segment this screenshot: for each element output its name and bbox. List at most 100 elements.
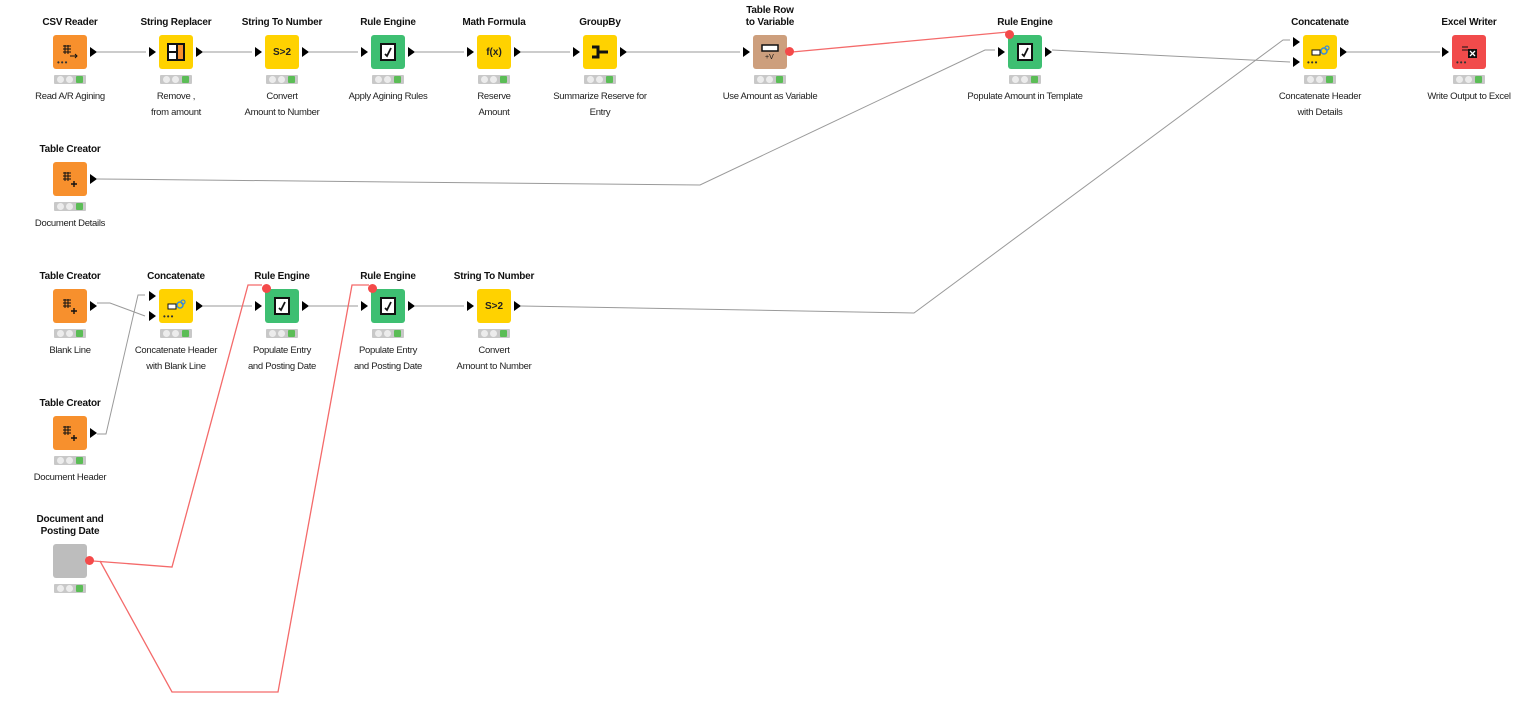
output-port[interactable] — [1340, 47, 1347, 57]
variable-input-port[interactable] — [262, 284, 271, 293]
node-groupby[interactable]: GroupBy Summarize Reserve for Entry — [540, 17, 660, 121]
input-port-1[interactable] — [149, 291, 156, 301]
node-body[interactable] — [361, 284, 415, 323]
node-annotation[interactable]: Convert Amount to Number — [434, 343, 554, 375]
variable-output-port[interactable] — [85, 556, 94, 565]
output-port[interactable] — [90, 301, 97, 311]
node-annotation[interactable]: Concatenate Header with Details — [1260, 89, 1380, 121]
node-document-and-posting-date[interactable]: Document and Posting Date — [10, 514, 130, 598]
led-yellow-off — [66, 457, 74, 464]
node-rule-engine[interactable]: Rule Engine Populate Amount in Template — [965, 17, 1085, 105]
node-annotation[interactable]: Apply Agining Rules — [328, 89, 448, 105]
input-port[interactable] — [743, 47, 750, 57]
input-port[interactable] — [361, 301, 368, 311]
node-annotation[interactable]: Write Output to Excel — [1409, 89, 1529, 105]
node-annotation[interactable]: Document Details — [10, 216, 130, 232]
input-port[interactable] — [361, 47, 368, 57]
node-title: Rule Engine — [997, 17, 1053, 28]
node-body[interactable] — [573, 35, 627, 69]
output-port[interactable] — [514, 47, 521, 57]
input-port[interactable] — [467, 47, 474, 57]
node-rule-engine[interactable]: Rule Engine Populate Entry and Posting Da… — [222, 271, 342, 375]
node-body[interactable] — [53, 289, 97, 323]
node-table-creator[interactable]: Table Creator Document Details — [10, 144, 130, 232]
node-annotation[interactable]: Populate Entry and Posting Date — [328, 343, 448, 375]
output-port[interactable] — [302, 47, 309, 57]
variable-input-port[interactable] — [1005, 30, 1014, 39]
output-port[interactable] — [196, 47, 203, 57]
led-yellow-off — [384, 330, 392, 337]
node-string-replacer[interactable]: String Replacer Remove , from amount — [116, 17, 236, 121]
node-annotation[interactable]: Populate Amount in Template — [965, 89, 1085, 105]
input-port[interactable] — [573, 47, 580, 57]
node-body[interactable]: S>2 — [467, 289, 521, 323]
input-port[interactable] — [1442, 47, 1449, 57]
variable-output-port[interactable] — [785, 47, 794, 56]
input-port[interactable] — [467, 301, 474, 311]
input-port[interactable] — [255, 47, 262, 57]
input-port[interactable] — [998, 47, 1005, 57]
node-annotation[interactable]: Use Amount as Variable — [710, 89, 830, 105]
input-port[interactable] — [255, 301, 262, 311]
node-body[interactable]: ••• — [149, 289, 203, 323]
node-annotation[interactable]: Read A/R Agining — [10, 89, 130, 105]
node-rule-engine[interactable]: Rule Engine Populate Entry and Posting Da… — [328, 271, 448, 375]
led-red-off — [757, 76, 765, 83]
output-port[interactable] — [408, 301, 415, 311]
node-table-creator[interactable]: Table Creator Document Header — [10, 398, 130, 486]
node-body[interactable]: ••• — [1442, 35, 1486, 69]
node-concatenate[interactable]: Concatenate ••• Concatenate Header with De… — [1260, 17, 1380, 121]
output-port[interactable] — [408, 47, 415, 57]
node-body[interactable] — [255, 284, 309, 323]
node-rule-engine[interactable]: Rule Engine Apply Agining Rules — [328, 17, 448, 105]
input-port[interactable] — [149, 47, 156, 57]
input-port-1[interactable] — [1293, 37, 1300, 47]
node-body[interactable] — [53, 416, 97, 450]
node-annotation[interactable]: Convert Amount to Number — [222, 89, 342, 121]
node-body[interactable]: ••• — [53, 35, 97, 69]
output-port[interactable] — [514, 301, 521, 311]
node-body[interactable] — [149, 35, 203, 69]
node-annotation[interactable]: Concatenate Header with Blank Line — [116, 343, 236, 375]
output-port[interactable] — [90, 428, 97, 438]
variable-input-port[interactable] — [368, 284, 377, 293]
data-connection[interactable] — [1051, 49, 1291, 63]
output-port[interactable] — [196, 301, 203, 311]
output-port[interactable] — [90, 47, 97, 57]
node-annotation[interactable]: Document Header — [10, 470, 130, 486]
node-title: String To Number — [241, 17, 323, 28]
node-body[interactable]: +V — [743, 35, 794, 69]
node-string-to-number[interactable]: String To Number S>2 Convert Amount to Num… — [434, 271, 554, 375]
node-csv-reader[interactable]: CSV Reader ••• Read A/R Agining — [10, 17, 130, 105]
node-annotation[interactable]: Reserve Amount — [434, 89, 554, 121]
led-red-off — [163, 330, 171, 337]
node-annotation[interactable]: Summarize Reserve for Entry — [540, 89, 660, 121]
output-port[interactable] — [90, 174, 97, 184]
node-annotation[interactable]: Remove , from amount — [116, 89, 236, 121]
status-traffic-light — [54, 75, 86, 84]
node-body[interactable] — [53, 162, 97, 196]
node-table-creator[interactable]: Table Creator Blank Line — [10, 271, 130, 359]
node-math-formula[interactable]: Math Formula f(x) Reserve Amount — [434, 17, 554, 121]
node-body[interactable] — [361, 35, 415, 69]
node-body[interactable]: ••• — [1293, 35, 1347, 69]
node-table-row-to-variable[interactable]: Table Row to Variable +V Use Amount as Var… — [710, 5, 830, 105]
output-port[interactable] — [1045, 47, 1052, 57]
node-excel-writer[interactable]: Excel Writer ••• Write Output to Excel — [1409, 17, 1529, 105]
node-body[interactable] — [998, 30, 1052, 69]
node-body[interactable] — [53, 544, 94, 578]
output-port[interactable] — [620, 47, 627, 57]
input-port-2[interactable] — [1293, 57, 1300, 67]
status-traffic-light — [54, 456, 86, 465]
status-traffic-light — [478, 75, 510, 84]
node-concatenate[interactable]: Concatenate ••• Concatenate Header with Bl… — [116, 271, 236, 375]
input-port-2[interactable] — [149, 311, 156, 321]
status-traffic-light — [160, 75, 192, 84]
workflow-canvas[interactable]: CSV Reader ••• Read A/R Agining String Repl… — [0, 0, 1536, 704]
node-annotation[interactable]: Blank Line — [10, 343, 130, 359]
node-body[interactable]: S>2 — [255, 35, 309, 69]
node-body[interactable]: f(x) — [467, 35, 521, 69]
node-string-to-number[interactable]: String To Number S>2 Convert Amount to Num… — [222, 17, 342, 121]
output-port[interactable] — [302, 301, 309, 311]
node-annotation[interactable]: Populate Entry and Posting Date — [222, 343, 342, 375]
